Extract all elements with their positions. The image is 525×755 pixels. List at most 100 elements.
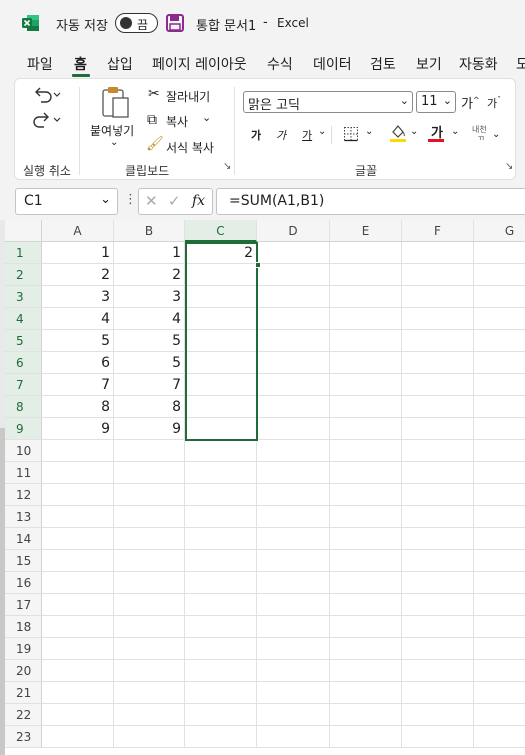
cell-f21[interactable] [402, 682, 474, 704]
cell-e8[interactable] [330, 396, 402, 418]
cell-d23[interactable] [257, 726, 330, 748]
shrink-font-button[interactable]: 가ˇ [487, 95, 501, 111]
scissors-icon[interactable]: ✂ [148, 86, 160, 102]
cell-e6[interactable] [330, 352, 402, 374]
column-header-e[interactable]: E [330, 220, 402, 242]
row-header[interactable]: 14 [5, 528, 42, 550]
cell-c8[interactable] [185, 396, 257, 418]
cell-d15[interactable] [257, 550, 330, 572]
cell-d3[interactable] [257, 286, 330, 308]
cell-a13[interactable] [42, 506, 114, 528]
cell-d1[interactable] [257, 242, 330, 264]
row-header[interactable]: 22 [5, 704, 42, 726]
cell-g1[interactable] [474, 242, 525, 264]
column-header-b[interactable]: B [114, 220, 185, 242]
cell-b18[interactable] [114, 616, 185, 638]
cell-c21[interactable] [185, 682, 257, 704]
cell-c20[interactable] [185, 660, 257, 682]
cell-g15[interactable] [474, 550, 525, 572]
row-header[interactable]: 21 [5, 682, 42, 704]
cell-f13[interactable] [402, 506, 474, 528]
cell-f23[interactable] [402, 726, 474, 748]
cell-b22[interactable] [114, 704, 185, 726]
phonetic-chevron-icon[interactable]: ⌄ [492, 129, 500, 140]
cell-e12[interactable] [330, 484, 402, 506]
cell-c15[interactable] [185, 550, 257, 572]
cell-b20[interactable] [114, 660, 185, 682]
cell-f15[interactable] [402, 550, 474, 572]
fill-color-icon[interactable] [389, 123, 407, 143]
cell-d2[interactable] [257, 264, 330, 286]
cell-c2[interactable] [185, 264, 257, 286]
row-header[interactable]: 18 [5, 616, 42, 638]
cell-a14[interactable] [42, 528, 114, 550]
cell-g21[interactable] [474, 682, 525, 704]
row-header[interactable]: 3 [5, 286, 42, 308]
tab-data[interactable]: 데이터 [313, 54, 352, 74]
cell-a8[interactable]: 8 [42, 396, 114, 418]
cell-a11[interactable] [42, 462, 114, 484]
cell-d5[interactable] [257, 330, 330, 352]
cell-c13[interactable] [185, 506, 257, 528]
cell-b19[interactable] [114, 638, 185, 660]
row-header[interactable]: 12 [5, 484, 42, 506]
cell-a3[interactable]: 3 [42, 286, 114, 308]
cell-g22[interactable] [474, 704, 525, 726]
cell-c5[interactable] [185, 330, 257, 352]
save-icon[interactable] [166, 14, 184, 32]
cell-e23[interactable] [330, 726, 402, 748]
cell-c12[interactable] [185, 484, 257, 506]
border-icon[interactable] [343, 126, 359, 142]
cell-d21[interactable] [257, 682, 330, 704]
italic-button[interactable]: 가 [276, 127, 286, 143]
row-header[interactable]: 13 [5, 506, 42, 528]
cell-g23[interactable] [474, 726, 525, 748]
tab-more[interactable]: 도 [516, 54, 525, 74]
column-header-f[interactable]: F [402, 220, 474, 242]
enter-icon[interactable]: ✓ [168, 192, 181, 210]
cell-c7[interactable] [185, 374, 257, 396]
underline-chevron-icon[interactable]: ⌄ [318, 126, 326, 137]
cell-b3[interactable]: 3 [114, 286, 185, 308]
copy-chevron-icon[interactable]: ⌄ [202, 111, 211, 124]
cell-f9[interactable] [402, 418, 474, 440]
cell-d8[interactable] [257, 396, 330, 418]
cell-b4[interactable]: 4 [114, 308, 185, 330]
cell-d20[interactable] [257, 660, 330, 682]
cell-g8[interactable] [474, 396, 525, 418]
row-header[interactable]: 2 [5, 264, 42, 286]
cell-e18[interactable] [330, 616, 402, 638]
cell-c11[interactable] [185, 462, 257, 484]
cell-g13[interactable] [474, 506, 525, 528]
cell-e21[interactable] [330, 682, 402, 704]
cell-b2[interactable]: 2 [114, 264, 185, 286]
copy-button[interactable]: 복사 [166, 113, 188, 130]
cell-e11[interactable] [330, 462, 402, 484]
tab-page-layout[interactable]: 페이지 레이아웃 [152, 54, 247, 74]
column-header-a[interactable]: A [42, 220, 114, 242]
cell-c14[interactable] [185, 528, 257, 550]
cell-a16[interactable] [42, 572, 114, 594]
tab-automate[interactable]: 자동화 [459, 54, 498, 74]
fill-handle[interactable] [255, 262, 261, 268]
more-options-icon[interactable]: ⋮ [124, 192, 137, 207]
cell-c23[interactable] [185, 726, 257, 748]
cell-e20[interactable] [330, 660, 402, 682]
cell-b12[interactable] [114, 484, 185, 506]
font-name-select[interactable]: 맑은 고딕 ⌄ [243, 91, 413, 113]
cell-a2[interactable]: 2 [42, 264, 114, 286]
row-header[interactable]: 6 [5, 352, 42, 374]
cell-g14[interactable] [474, 528, 525, 550]
cell-e9[interactable] [330, 418, 402, 440]
cell-e22[interactable] [330, 704, 402, 726]
cell-d10[interactable] [257, 440, 330, 462]
cell-f5[interactable] [402, 330, 474, 352]
column-header-g[interactable]: G [474, 220, 525, 242]
cell-d9[interactable] [257, 418, 330, 440]
tab-file[interactable]: 파일 [27, 54, 53, 74]
cell-b8[interactable]: 8 [114, 396, 185, 418]
tab-review[interactable]: 검토 [370, 54, 396, 74]
row-header[interactable]: 9 [5, 418, 42, 440]
row-header[interactable]: 20 [5, 660, 42, 682]
cell-g3[interactable] [474, 286, 525, 308]
